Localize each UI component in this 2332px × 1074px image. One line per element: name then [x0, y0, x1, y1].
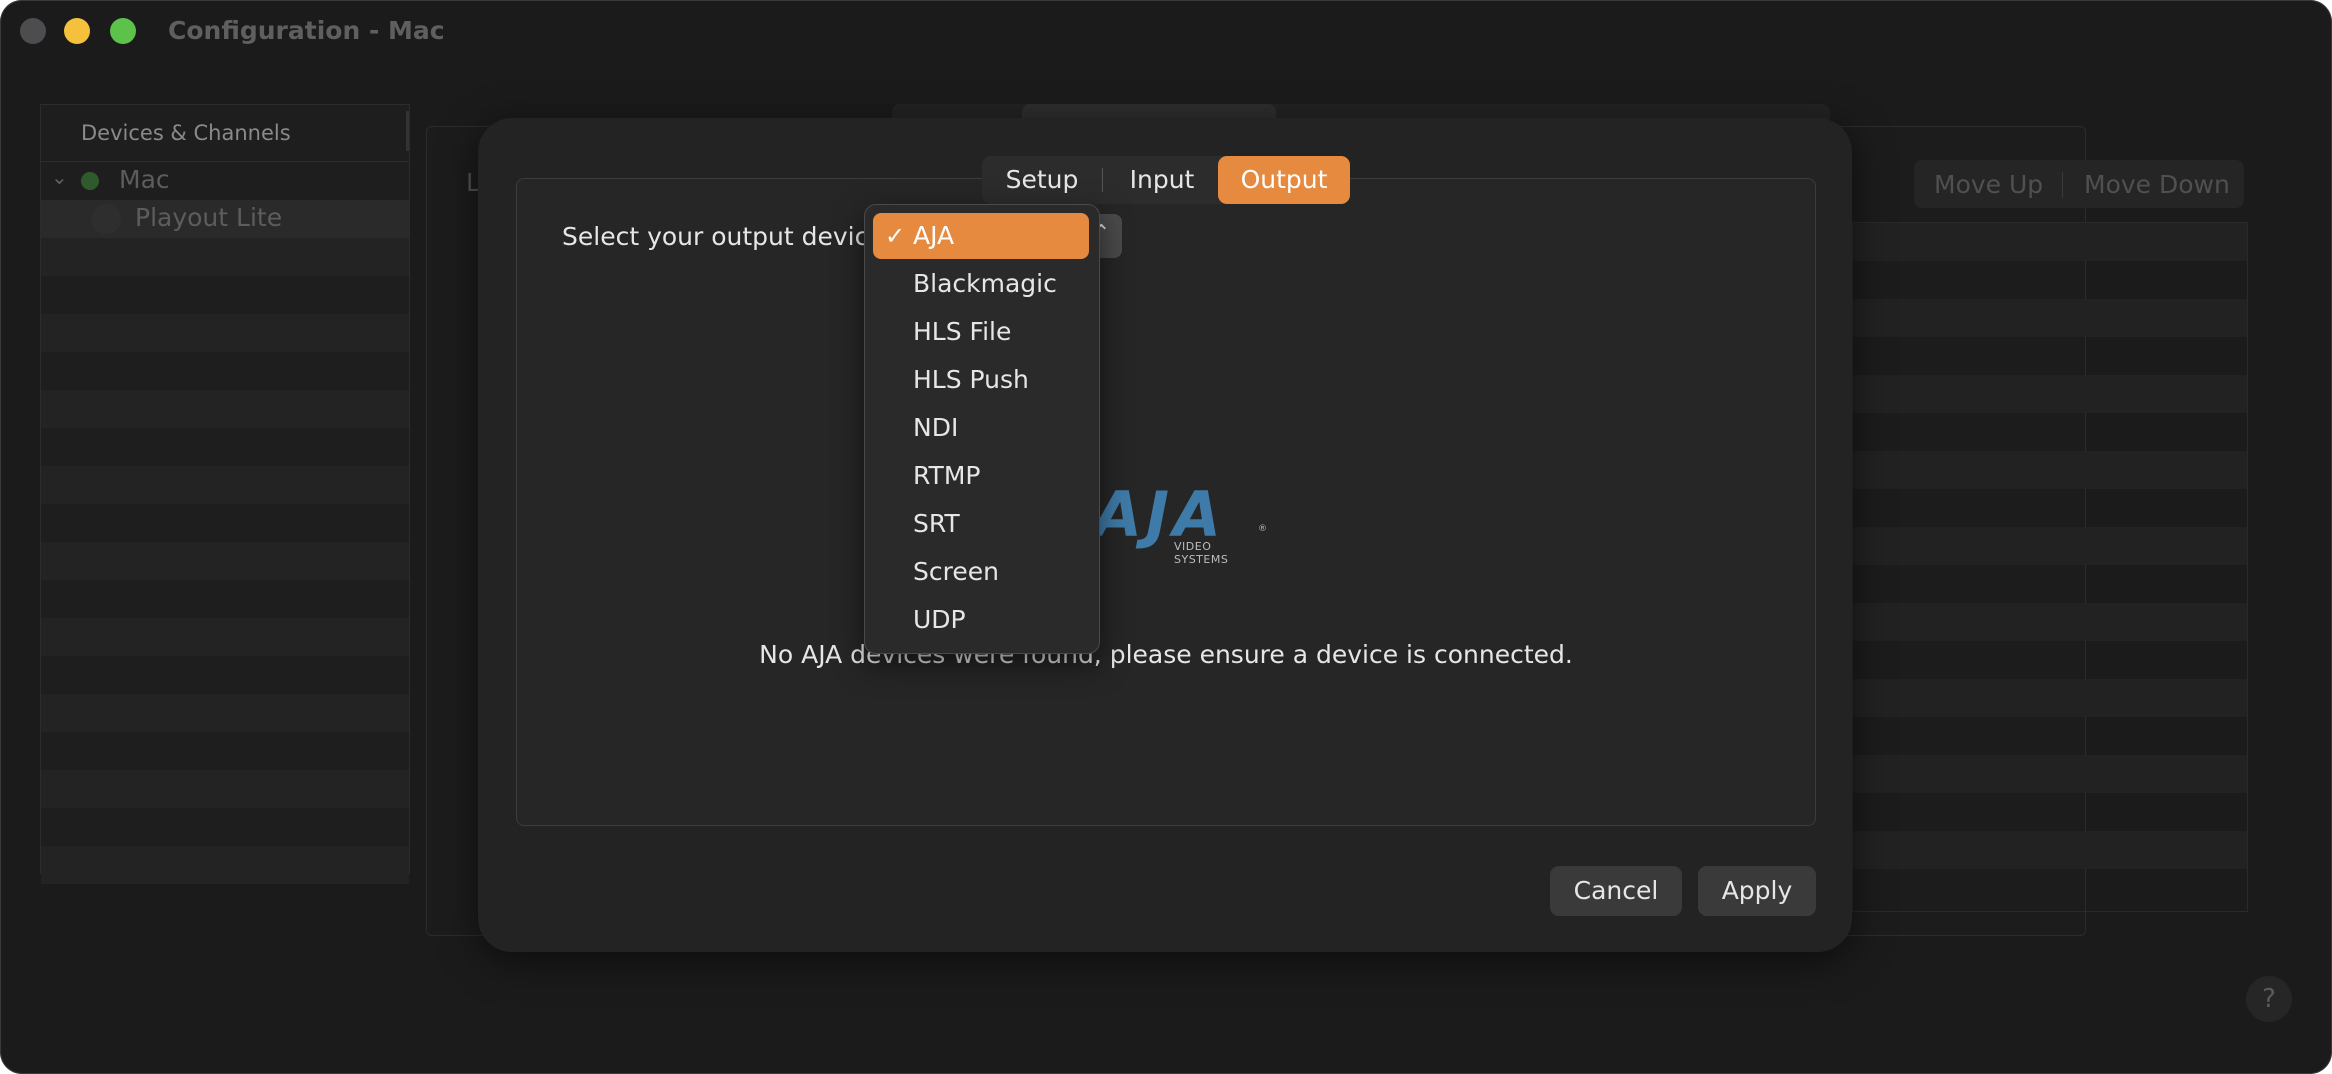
background-table [1852, 222, 2248, 912]
zoom-window-button[interactable] [110, 18, 136, 44]
no-device-message: No AJA devices were found, please ensure… [759, 640, 1573, 669]
tab-output[interactable]: Output [1218, 156, 1350, 204]
status-dot-icon [81, 172, 99, 190]
move-up-button[interactable]: Move Up [1934, 170, 2043, 199]
menu-item-label: HLS Push [913, 365, 1029, 394]
menu-item-label: Screen [913, 557, 999, 586]
window-title: Configuration - Mac [168, 16, 445, 45]
menu-item-blackmagic[interactable]: Blackmagic [873, 261, 1089, 307]
output-device-label: Select your output device: [562, 222, 893, 251]
output-device-menu: ✓ AJA Blackmagic HLS File HLS Push NDI R… [864, 204, 1100, 654]
move-controls: Move Up Move Down [1914, 160, 2244, 208]
cancel-button[interactable]: Cancel [1550, 866, 1682, 916]
config-segmented-control: Setup Input Output [982, 156, 1350, 204]
checkmark-icon: ✓ [885, 222, 906, 250]
title-bar: Configuration - Mac [0, 0, 2332, 64]
menu-item-srt[interactable]: SRT [873, 501, 1089, 547]
tab-input[interactable]: Input [1104, 156, 1220, 204]
move-down-button[interactable]: Move Down [2084, 170, 2230, 199]
minimize-window-button[interactable] [64, 18, 90, 44]
menu-item-label: RTMP [913, 461, 981, 490]
sidebar-header-label: Devices & Channels [81, 121, 291, 145]
sidebar-item-playout-lite[interactable]: Playout Lite [41, 200, 409, 238]
tab-setup[interactable]: Setup [982, 156, 1102, 204]
menu-item-label: Blackmagic [913, 269, 1057, 298]
menu-item-hls-file[interactable]: HLS File [873, 309, 1089, 355]
menu-item-aja[interactable]: ✓ AJA [873, 213, 1089, 259]
menu-item-rtmp[interactable]: RTMP [873, 453, 1089, 499]
channel-name: Playout Lite [135, 203, 283, 232]
menu-item-label: UDP [913, 605, 966, 634]
tab-divider [1102, 168, 1103, 192]
menu-item-label: NDI [913, 413, 959, 442]
apply-button[interactable]: Apply [1698, 866, 1816, 916]
menu-item-screen[interactable]: Screen [873, 549, 1089, 595]
menu-item-hls-push[interactable]: HLS Push [873, 357, 1089, 403]
aja-logo-registered: ® [1258, 524, 1267, 534]
sidebar-empty-rows [41, 238, 409, 884]
menu-item-ndi[interactable]: NDI [873, 405, 1089, 451]
device-name: Mac [119, 165, 170, 194]
channel-icon [91, 204, 121, 234]
chevron-down-icon[interactable]: ⌄ [51, 165, 68, 189]
menu-item-udp[interactable]: UDP [873, 597, 1089, 643]
configuration-window: Configuration - Mac Devices & Channels ⌄… [0, 0, 2332, 1074]
move-divider [2062, 172, 2063, 198]
sidebar-header: Devices & Channels [41, 105, 409, 162]
menu-item-label: HLS File [913, 317, 1012, 346]
devices-sidebar: Devices & Channels ⌄ Mac Playout Lite [40, 104, 410, 884]
sidebar-resize-handle[interactable] [406, 111, 409, 151]
close-window-button[interactable] [20, 18, 46, 44]
menu-item-label: AJA [913, 221, 955, 250]
menu-item-label: SRT [913, 509, 960, 538]
aja-logo-subtitle: VIDEO SYSTEMS [1174, 540, 1229, 566]
help-button[interactable]: ? [2246, 976, 2292, 1022]
sidebar-item-mac[interactable]: ⌄ Mac [41, 162, 409, 200]
